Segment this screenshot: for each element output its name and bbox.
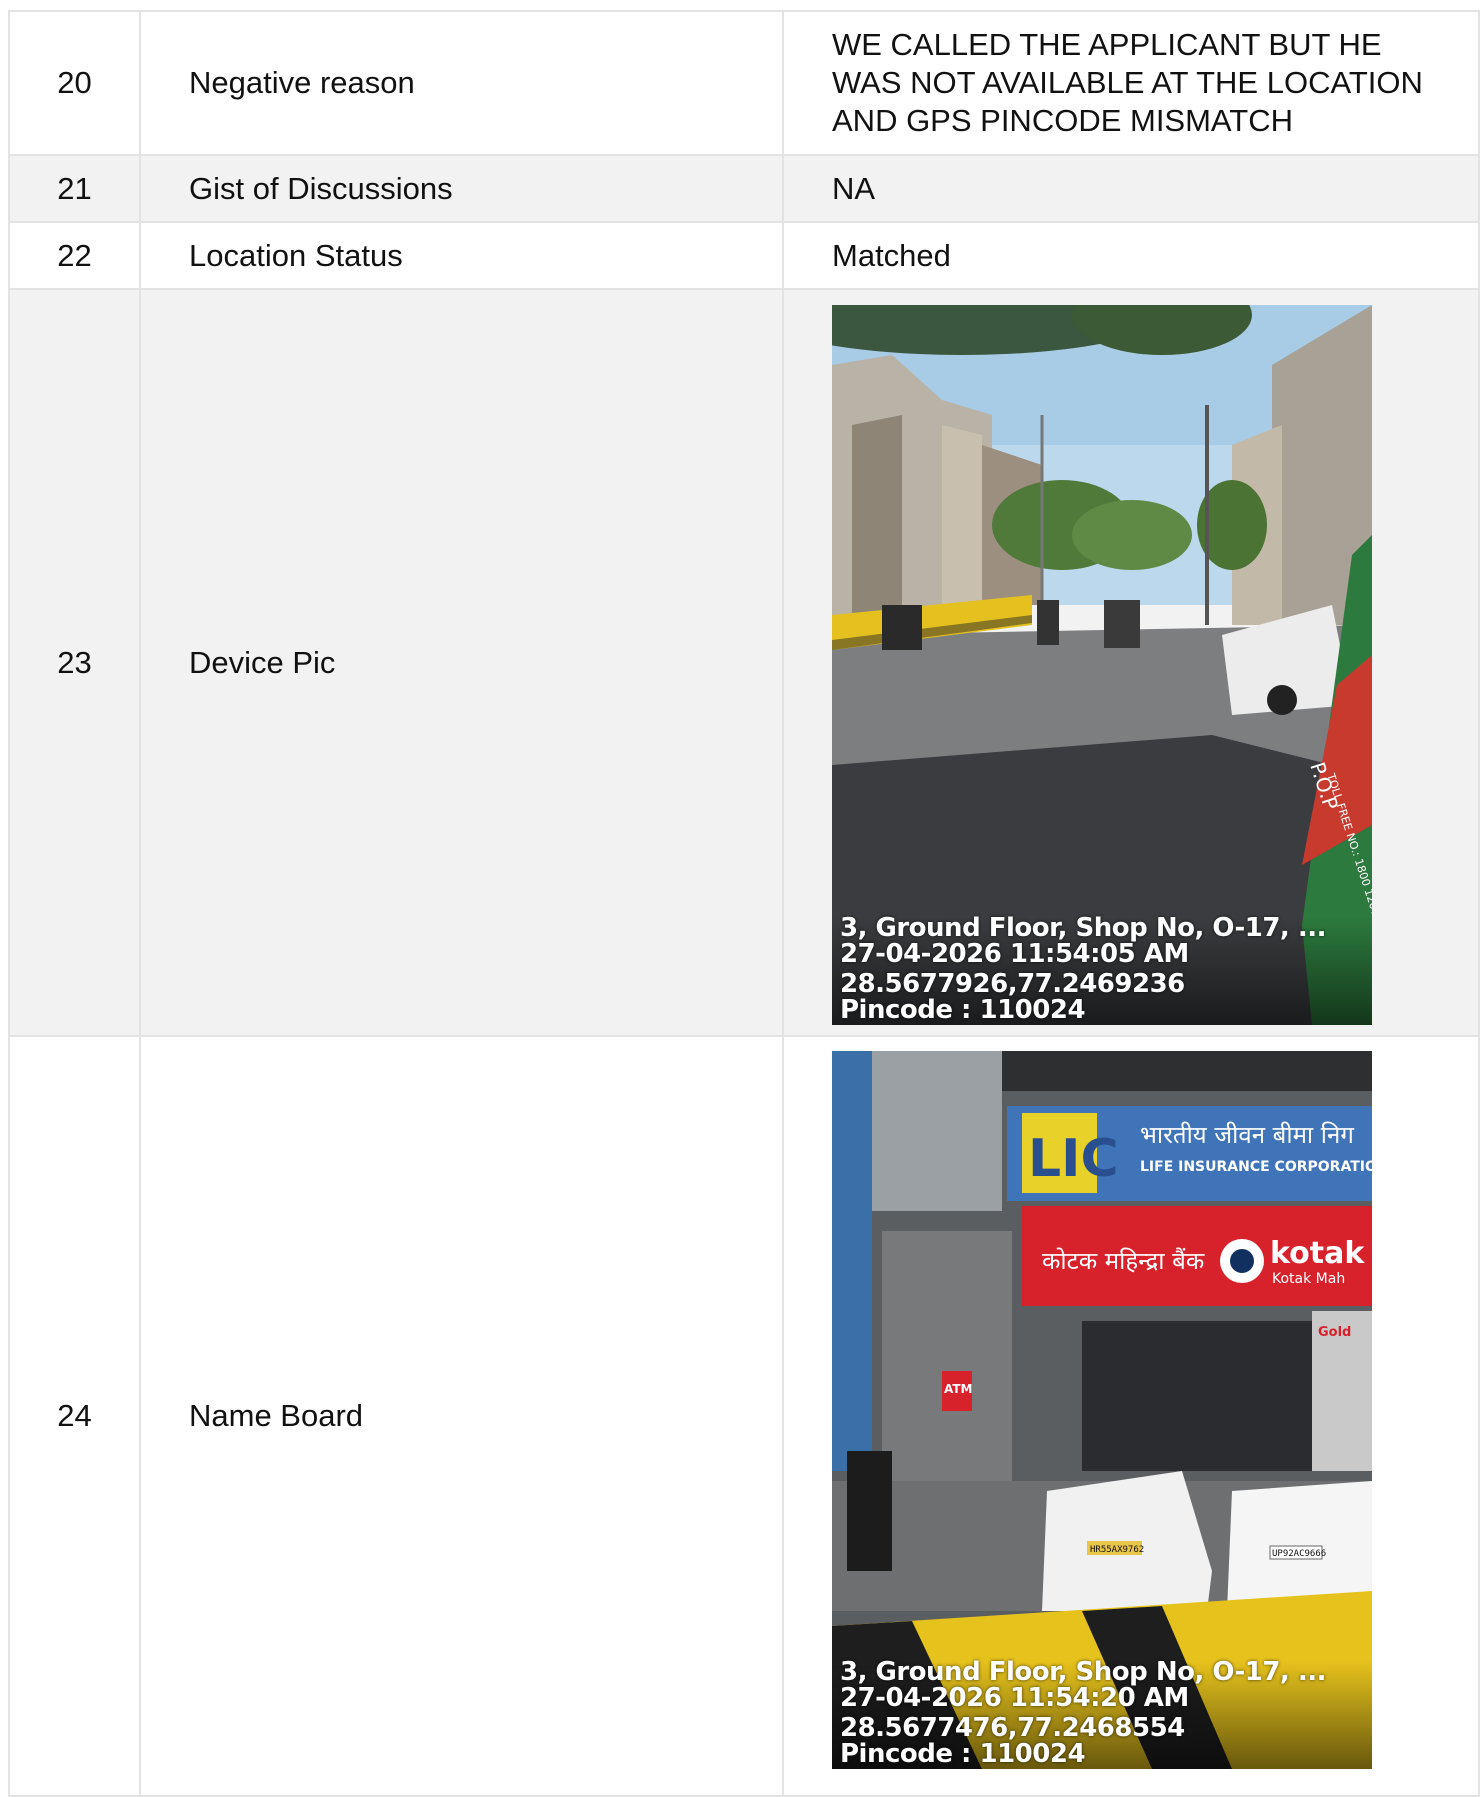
atm-text: ATM bbox=[944, 1382, 972, 1396]
row-number: 21 bbox=[8, 154, 141, 223]
device-photo: P.O.P TOLL FREE NO.: 1800 1200 3, Ground… bbox=[832, 305, 1372, 1025]
bank-hindi-text: कोटक महिन्द्रा बैंक bbox=[1042, 1247, 1205, 1275]
photo-geotag-stamp: 3, Ground Floor, Shop No, O-17, ... 27-0… bbox=[840, 915, 1326, 1023]
lic-hindi-text: भारतीय जीवन बीमा निग bbox=[1140, 1121, 1354, 1149]
stamp-address: 3, Ground Floor, Shop No, O-17, ... bbox=[840, 1657, 1326, 1687]
lic-logo-text: LIC bbox=[1028, 1129, 1119, 1189]
row-label: Gist of Discussions bbox=[139, 154, 784, 223]
row-value: WE CALLED THE APPLICANT BUT HE WAS NOT A… bbox=[782, 10, 1480, 156]
stamp-datetime: 27-04-2026 11:54:05 AM bbox=[840, 939, 1189, 969]
row-number: 20 bbox=[8, 10, 141, 156]
row-value: NA bbox=[782, 154, 1480, 223]
table-row: 21 Gist of Discussions NA bbox=[8, 154, 1480, 223]
row-number: 22 bbox=[8, 221, 141, 290]
stamp-coordinates: 28.5677926,77.2469236 bbox=[840, 969, 1185, 999]
row-label: Location Status bbox=[139, 221, 784, 290]
stamp-pincode: Pincode : 110024 bbox=[840, 1739, 1086, 1769]
row-label: Device Pic bbox=[139, 288, 784, 1037]
row-number: 23 bbox=[8, 288, 141, 1037]
row-value: LIC भारतीय जीवन बीमा निग LIFE INSURANCE … bbox=[782, 1035, 1480, 1797]
table-row: 22 Location Status Matched bbox=[8, 221, 1480, 290]
plate-2-text: UP92AC9666 bbox=[1272, 1549, 1326, 1559]
name-board-photo: LIC भारतीय जीवन बीमा निग LIFE INSURANCE … bbox=[832, 1051, 1372, 1769]
table-row: 24 Name Board LIC भारतीय जीवन बीमा निग L… bbox=[8, 1035, 1480, 1797]
photo-geotag-stamp: 3, Ground Floor, Shop No, O-17, ... 27-0… bbox=[840, 1659, 1326, 1767]
table-row: 20 Negative reason WE CALLED THE APPLICA… bbox=[8, 10, 1480, 156]
bank-sub-text: Kotak Mah bbox=[1272, 1271, 1345, 1287]
bank-name-text: kotak bbox=[1270, 1236, 1365, 1271]
gold-text: Gold bbox=[1318, 1325, 1351, 1340]
lic-english-text: LIFE INSURANCE CORPORATION OF IN bbox=[1140, 1159, 1372, 1175]
plate-1-text: HR55AX9762 bbox=[1090, 1545, 1144, 1555]
table-row: 23 Device Pic P.O.P TOLL FREE NO.: 1800 … bbox=[8, 288, 1480, 1037]
stamp-pincode: Pincode : 110024 bbox=[840, 995, 1086, 1025]
stamp-datetime: 27-04-2026 11:54:20 AM bbox=[840, 1683, 1189, 1713]
row-value: P.O.P TOLL FREE NO.: 1800 1200 3, Ground… bbox=[782, 288, 1480, 1037]
row-number: 24 bbox=[8, 1035, 141, 1797]
stamp-coordinates: 28.5677476,77.2468554 bbox=[840, 1713, 1185, 1743]
report-table: 20 Negative reason WE CALLED THE APPLICA… bbox=[8, 10, 1480, 1797]
row-label: Negative reason bbox=[139, 10, 784, 156]
row-value: Matched bbox=[782, 221, 1480, 290]
negative-reason-text: WE CALLED THE APPLICANT BUT HE WAS NOT A… bbox=[832, 27, 1423, 138]
stamp-address: 3, Ground Floor, Shop No, O-17, ... bbox=[840, 913, 1326, 943]
row-label: Name Board bbox=[139, 1035, 784, 1797]
